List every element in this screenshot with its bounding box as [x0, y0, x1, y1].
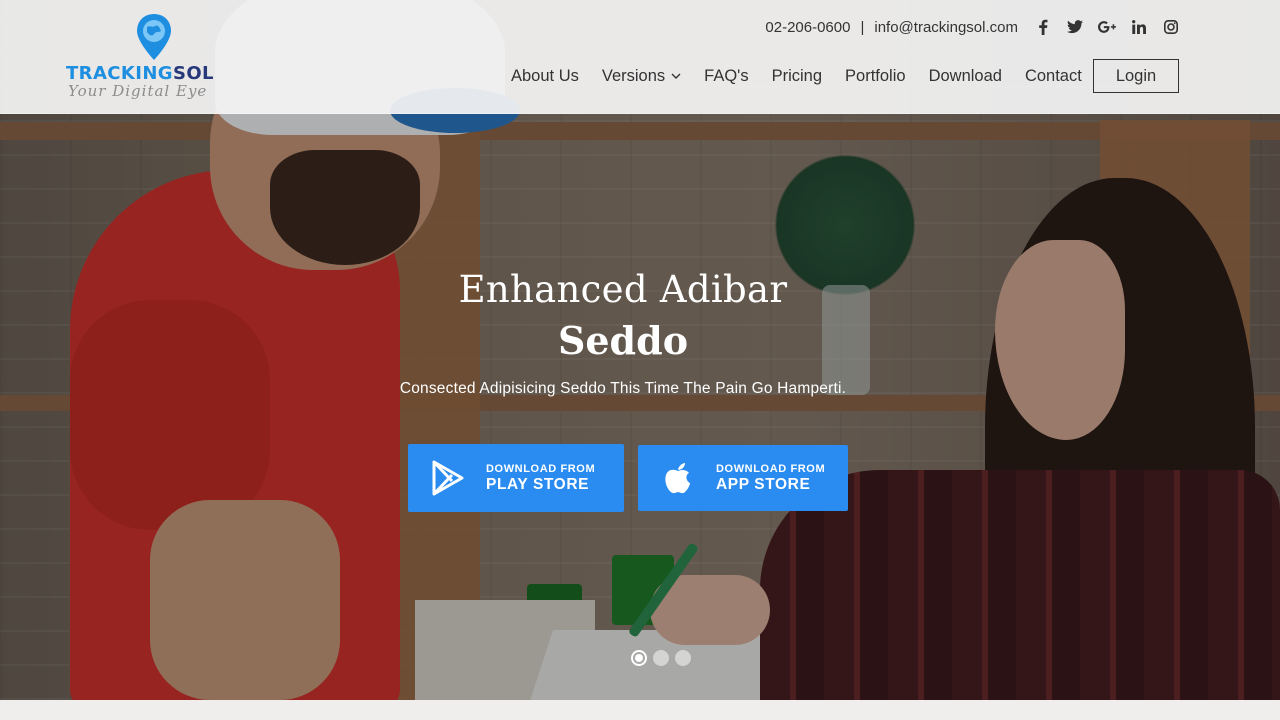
nav-versions[interactable]: Versions: [602, 67, 681, 86]
app-store-big-label: APP STORE: [716, 475, 811, 493]
nav-contact[interactable]: Contact: [1025, 67, 1082, 86]
app-store-button[interactable]: DOWNLOAD FROM APP STORE: [638, 445, 848, 511]
logo[interactable]: TRACKINGSOL Your Digital Eye: [66, 12, 238, 104]
hero-subtitle: Consected Adipisicing Seddo This Time Th…: [399, 380, 847, 397]
main-nav: About Us Versions FAQ's Pricing Portfoli…: [511, 59, 1105, 93]
play-store-icon: [428, 458, 468, 498]
nav-download-label: Download: [928, 66, 1002, 85]
slider-pagination: [631, 650, 691, 666]
instagram-icon[interactable]: [1162, 18, 1180, 36]
site-header: TRACKINGSOL Your Digital Eye 02-206-0600…: [0, 0, 1280, 114]
logo-wordmark: TRACKINGSOL: [66, 63, 214, 84]
apple-icon: [658, 458, 698, 498]
facebook-icon[interactable]: [1034, 18, 1052, 36]
slider-dot-2[interactable]: [653, 650, 669, 666]
logo-wordmark-part1: TRACKING: [66, 63, 173, 84]
hero-title-line1: Enhanced Adibar: [458, 268, 788, 311]
social-links: [1034, 18, 1180, 36]
logo-wordmark-part2: SOL: [172, 63, 214, 84]
linkedin-icon[interactable]: [1130, 18, 1148, 36]
nav-pricing-label: Pricing: [771, 66, 823, 85]
nav-portfolio[interactable]: Portfolio: [845, 67, 906, 86]
next-section-top: [0, 700, 1280, 720]
play-store-button[interactable]: DOWNLOAD FROM PLAY STORE: [408, 444, 624, 512]
nav-portfolio-label: Portfolio: [845, 66, 906, 85]
nav-pricing[interactable]: Pricing: [772, 67, 822, 86]
play-store-small-label: DOWNLOAD FROM: [486, 462, 596, 475]
location-pin-icon: [137, 14, 171, 60]
nav-contact-label: Contact: [1024, 66, 1082, 85]
chevron-down-icon: [671, 73, 681, 79]
nav-versions-label: Versions: [601, 66, 666, 85]
twitter-icon[interactable]: [1066, 18, 1084, 36]
slider-dot-1[interactable]: [631, 650, 647, 666]
app-store-small-label: DOWNLOAD FROM: [716, 462, 826, 475]
slider-dot-3[interactable]: [675, 650, 691, 666]
login-button[interactable]: Login: [1093, 59, 1179, 93]
nav-about-us[interactable]: About Us: [511, 67, 579, 86]
phone-number[interactable]: 02-206-0600: [765, 19, 850, 36]
logo-tagline: Your Digital Eye: [68, 82, 208, 100]
nav-faqs-label: FAQ's: [704, 66, 749, 85]
google-plus-icon[interactable]: [1098, 18, 1116, 36]
nav-download[interactable]: Download: [929, 67, 1002, 86]
play-store-big-label: PLAY STORE: [486, 475, 590, 493]
contact-bar: 02-206-0600 | info@trackingsol.com: [765, 17, 1180, 37]
contact-separator: |: [860, 18, 865, 36]
email-link[interactable]: info@trackingsol.com: [874, 19, 1018, 36]
nav-about-us-label: About Us: [511, 66, 579, 85]
nav-faqs[interactable]: FAQ's: [704, 67, 748, 86]
hero-title-line2: Seddo: [557, 318, 689, 363]
